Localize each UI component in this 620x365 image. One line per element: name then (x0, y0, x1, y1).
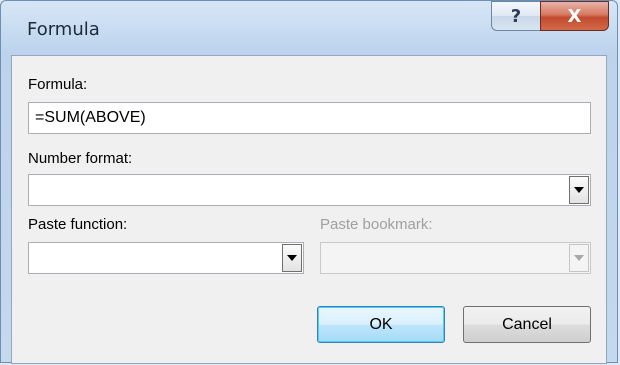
formula-dialog-window: Formula ? X Formula: =SUM(ABOVE) Number … (0, 0, 618, 364)
chevron-down-icon (287, 255, 297, 261)
dialog-body: Formula: =SUM(ABOVE) Number format: Past… (11, 55, 607, 364)
paste-function-label: Paste function: (28, 216, 128, 233)
cancel-button[interactable]: Cancel (463, 306, 591, 343)
formula-label: Formula: (28, 76, 88, 93)
paste-bookmark-select (320, 242, 591, 274)
chevron-down-icon (574, 255, 584, 261)
ok-button[interactable]: OK (317, 306, 445, 343)
help-icon: ? (510, 5, 522, 27)
help-button[interactable]: ? (491, 1, 540, 31)
paste-function-select[interactable] (28, 242, 304, 274)
formula-input[interactable]: =SUM(ABOVE) (28, 102, 591, 134)
close-icon: X (567, 5, 582, 27)
paste-bookmark-dropdown-button (569, 244, 589, 272)
title-bar[interactable]: Formula ? X (1, 1, 617, 55)
number-format-dropdown-button[interactable] (569, 176, 589, 204)
chevron-down-icon (574, 187, 584, 193)
number-format-label: Number format: (28, 150, 133, 167)
number-format-combobox[interactable] (28, 174, 591, 206)
formula-input-value: =SUM(ABOVE) (35, 109, 146, 126)
close-button[interactable]: X (540, 1, 609, 31)
dialog-title: Formula (27, 19, 100, 40)
paste-bookmark-label: Paste bookmark: (320, 216, 433, 233)
paste-function-dropdown-button[interactable] (282, 244, 302, 272)
